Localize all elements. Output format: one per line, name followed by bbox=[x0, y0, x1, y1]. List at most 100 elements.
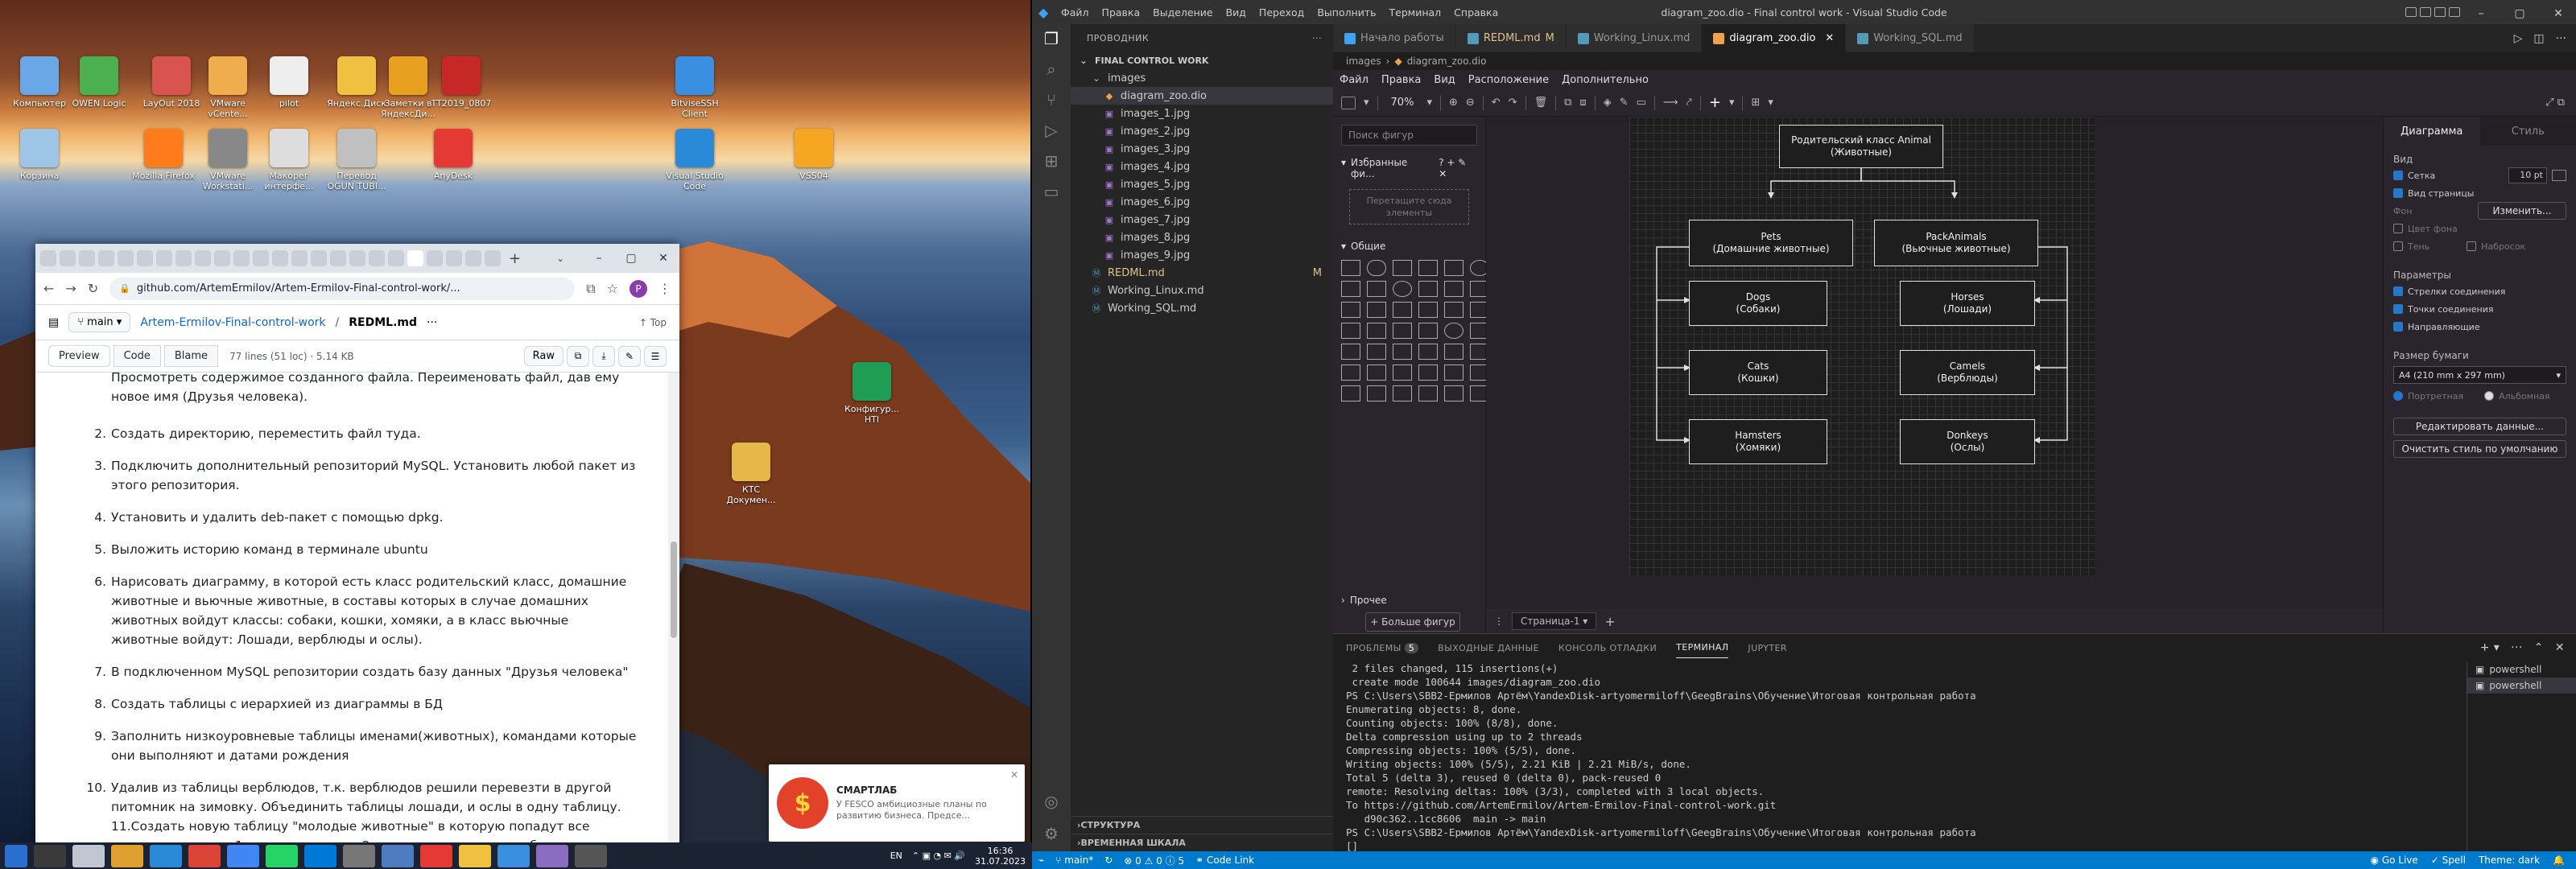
app-icon[interactable] bbox=[575, 844, 607, 867]
guides-option[interactable]: Направляющие bbox=[2384, 318, 2576, 336]
account-icon[interactable]: ◎ bbox=[1042, 792, 1061, 811]
node-pets[interactable]: Pets (Домашние животные) bbox=[1689, 220, 1853, 266]
search-icon[interactable] bbox=[34, 844, 66, 867]
favorites-drop-zone[interactable]: Перетащите сюда элементы bbox=[1349, 189, 1469, 224]
drawio-menu-item[interactable]: Правка bbox=[1381, 74, 1421, 86]
shadow-icon[interactable]: ▭ bbox=[1637, 97, 1646, 109]
spell-status[interactable]: ✓ Spell bbox=[2431, 855, 2466, 866]
download-icon[interactable]: ⤓ bbox=[592, 345, 615, 367]
other-section[interactable]: › Прочее bbox=[1333, 583, 1395, 611]
tree-file[interactable]: ▣ images_7.jpg bbox=[1071, 211, 1333, 229]
shape-item[interactable] bbox=[1393, 385, 1412, 402]
zoom-level[interactable]: 70% bbox=[1386, 97, 1419, 109]
desktop-icon[interactable]: Макорег интерфе... bbox=[254, 129, 324, 217]
page-view-checkbox[interactable] bbox=[2393, 188, 2403, 198]
layout-icon[interactable] bbox=[2434, 7, 2446, 17]
tree-file[interactable]: ▣ images_8.jpg bbox=[1071, 229, 1333, 246]
maximize-icon[interactable]: ▢ bbox=[615, 252, 647, 265]
shape-item[interactable] bbox=[1444, 260, 1463, 276]
code-link-status[interactable]: ⚭ Code Link bbox=[1195, 855, 1254, 866]
shape-item[interactable] bbox=[1444, 364, 1463, 381]
notification-toast[interactable]: $ СМАРТЛАБ У FESCO амбициозные планы по … bbox=[769, 764, 1025, 842]
more-shapes-button[interactable]: + Больше фигур bbox=[1365, 612, 1460, 632]
tree-file[interactable]: ▣ images_2.jpg bbox=[1071, 122, 1333, 140]
chrome-menu-icon[interactable]: ⋮ bbox=[658, 281, 671, 296]
fill-color-icon[interactable]: ◈ bbox=[1604, 97, 1612, 109]
shape-item[interactable] bbox=[1393, 281, 1412, 297]
connection-arrows-option[interactable]: Стрелки соединения bbox=[2384, 282, 2576, 300]
tree-file[interactable]: ▣ images_4.jpg bbox=[1071, 158, 1333, 175]
new-tab-icon[interactable]: + bbox=[509, 250, 521, 267]
page-view-option[interactable]: Вид страницы bbox=[2384, 184, 2576, 202]
profile-avatar[interactable]: P bbox=[630, 279, 647, 298]
forward-icon[interactable]: → bbox=[65, 281, 76, 296]
browser-tab[interactable] bbox=[369, 250, 385, 266]
more-icon[interactable]: ··· bbox=[1312, 33, 1333, 43]
go-live-button[interactable]: ◉ Go Live bbox=[2371, 855, 2418, 866]
top-link[interactable]: ↑ Top bbox=[639, 317, 667, 328]
run-debug-icon[interactable]: ▷ bbox=[1042, 121, 1061, 140]
browser-tab[interactable] bbox=[311, 250, 327, 266]
connection-arrows-checkbox[interactable] bbox=[2393, 286, 2403, 296]
shape-item[interactable] bbox=[1341, 323, 1360, 339]
photos-icon[interactable] bbox=[536, 844, 568, 867]
editor-tab[interactable]: Начало работы bbox=[1333, 24, 1456, 52]
shape-item[interactable] bbox=[1367, 302, 1386, 318]
chrome-taskbar-icon[interactable] bbox=[188, 844, 221, 867]
format-panel-icon[interactable] bbox=[1341, 96, 1356, 109]
raw-button[interactable]: Raw bbox=[523, 346, 564, 366]
node-packanimals[interactable]: PackAnimals (Вьючные животные) bbox=[1874, 220, 2038, 266]
tree-folder[interactable]: ⌄ images bbox=[1071, 69, 1333, 87]
remote-icon[interactable]: ▭ bbox=[1042, 182, 1061, 201]
sketch-checkbox[interactable] bbox=[2467, 241, 2477, 251]
shape-item[interactable] bbox=[1393, 364, 1412, 381]
desktop-icon[interactable]: Конфигур... HTI bbox=[837, 362, 906, 451]
general-section[interactable]: ▾ Общие bbox=[1333, 229, 1485, 257]
menu-item[interactable]: Файл bbox=[1061, 6, 1089, 19]
undo-icon[interactable]: ↶ bbox=[1492, 97, 1501, 109]
close-icon[interactable]: ✕ bbox=[1825, 32, 1834, 44]
change-background-button[interactable]: Изменить... bbox=[2478, 202, 2566, 220]
bookmark-icon[interactable]: ☆ bbox=[607, 281, 618, 296]
tab-jupyter[interactable]: JUPYTER bbox=[1748, 643, 1787, 653]
app-icon[interactable] bbox=[459, 844, 491, 867]
node-camels[interactable]: Camels (Верблюды) bbox=[1900, 350, 2035, 395]
vscode-taskbar-icon[interactable] bbox=[150, 844, 182, 867]
extensions-icon[interactable]: ⊞ bbox=[1042, 151, 1061, 171]
shape-item[interactable] bbox=[1367, 281, 1386, 297]
clear-default-style-button[interactable]: Очистить стиль по умолчанию bbox=[2393, 440, 2566, 458]
close-icon[interactable]: ✕ bbox=[1010, 769, 1018, 780]
shape-item[interactable] bbox=[1418, 323, 1438, 339]
editor-tab[interactable]: diagram_zoo.dio ✕ bbox=[1702, 24, 1847, 52]
anydesk-icon[interactable] bbox=[420, 844, 452, 867]
explorer-icon[interactable]: ❐ bbox=[1042, 29, 1061, 48]
shape-item[interactable] bbox=[1341, 281, 1360, 297]
line-color-icon[interactable]: ✎ bbox=[1620, 97, 1629, 109]
browser-tab[interactable] bbox=[446, 250, 462, 266]
editor-tab[interactable]: Working_Linux.md bbox=[1566, 24, 1703, 52]
add-page-icon[interactable]: + bbox=[1604, 614, 1615, 629]
tab-terminal[interactable]: ТЕРМИНАЛ bbox=[1676, 642, 1729, 658]
desktop-icon[interactable]: OWEN Logic bbox=[64, 56, 134, 145]
virtualbox-icon[interactable] bbox=[382, 844, 414, 867]
portrait-radio[interactable] bbox=[2393, 391, 2403, 401]
more-icon[interactable]: ··· bbox=[2556, 32, 2566, 45]
tab-problems[interactable]: ПРОБЛЕМЫ 5 bbox=[1346, 642, 1419, 653]
remote-indicator-icon[interactable]: ⌁ bbox=[1038, 855, 1044, 866]
split-editor-icon[interactable]: ◫ bbox=[2533, 32, 2544, 45]
node-horses[interactable]: Horses (Лошади) bbox=[1900, 281, 2035, 326]
browser-tab[interactable] bbox=[272, 250, 288, 266]
shape-item[interactable] bbox=[1444, 344, 1463, 360]
chevron-down-icon[interactable]: ▾ bbox=[1426, 97, 1432, 109]
page-scrollbar[interactable] bbox=[668, 373, 679, 842]
close-icon[interactable]: ✕ bbox=[2555, 641, 2565, 654]
branch-status[interactable]: ⑂ main* bbox=[1055, 855, 1093, 866]
reload-icon[interactable]: ↻ bbox=[88, 281, 98, 296]
desktop-icon[interactable]: VSS04 bbox=[779, 129, 848, 217]
zoom-out-icon[interactable]: ⊖ bbox=[1466, 97, 1475, 109]
desktop-icon[interactable]: AnyDesk bbox=[419, 129, 488, 217]
to-front-icon[interactable]: ⧉ bbox=[1564, 97, 1571, 109]
search-icon[interactable]: ⌕ bbox=[1042, 60, 1061, 79]
shape-item[interactable] bbox=[1418, 364, 1438, 381]
shape-item[interactable] bbox=[1367, 385, 1386, 402]
